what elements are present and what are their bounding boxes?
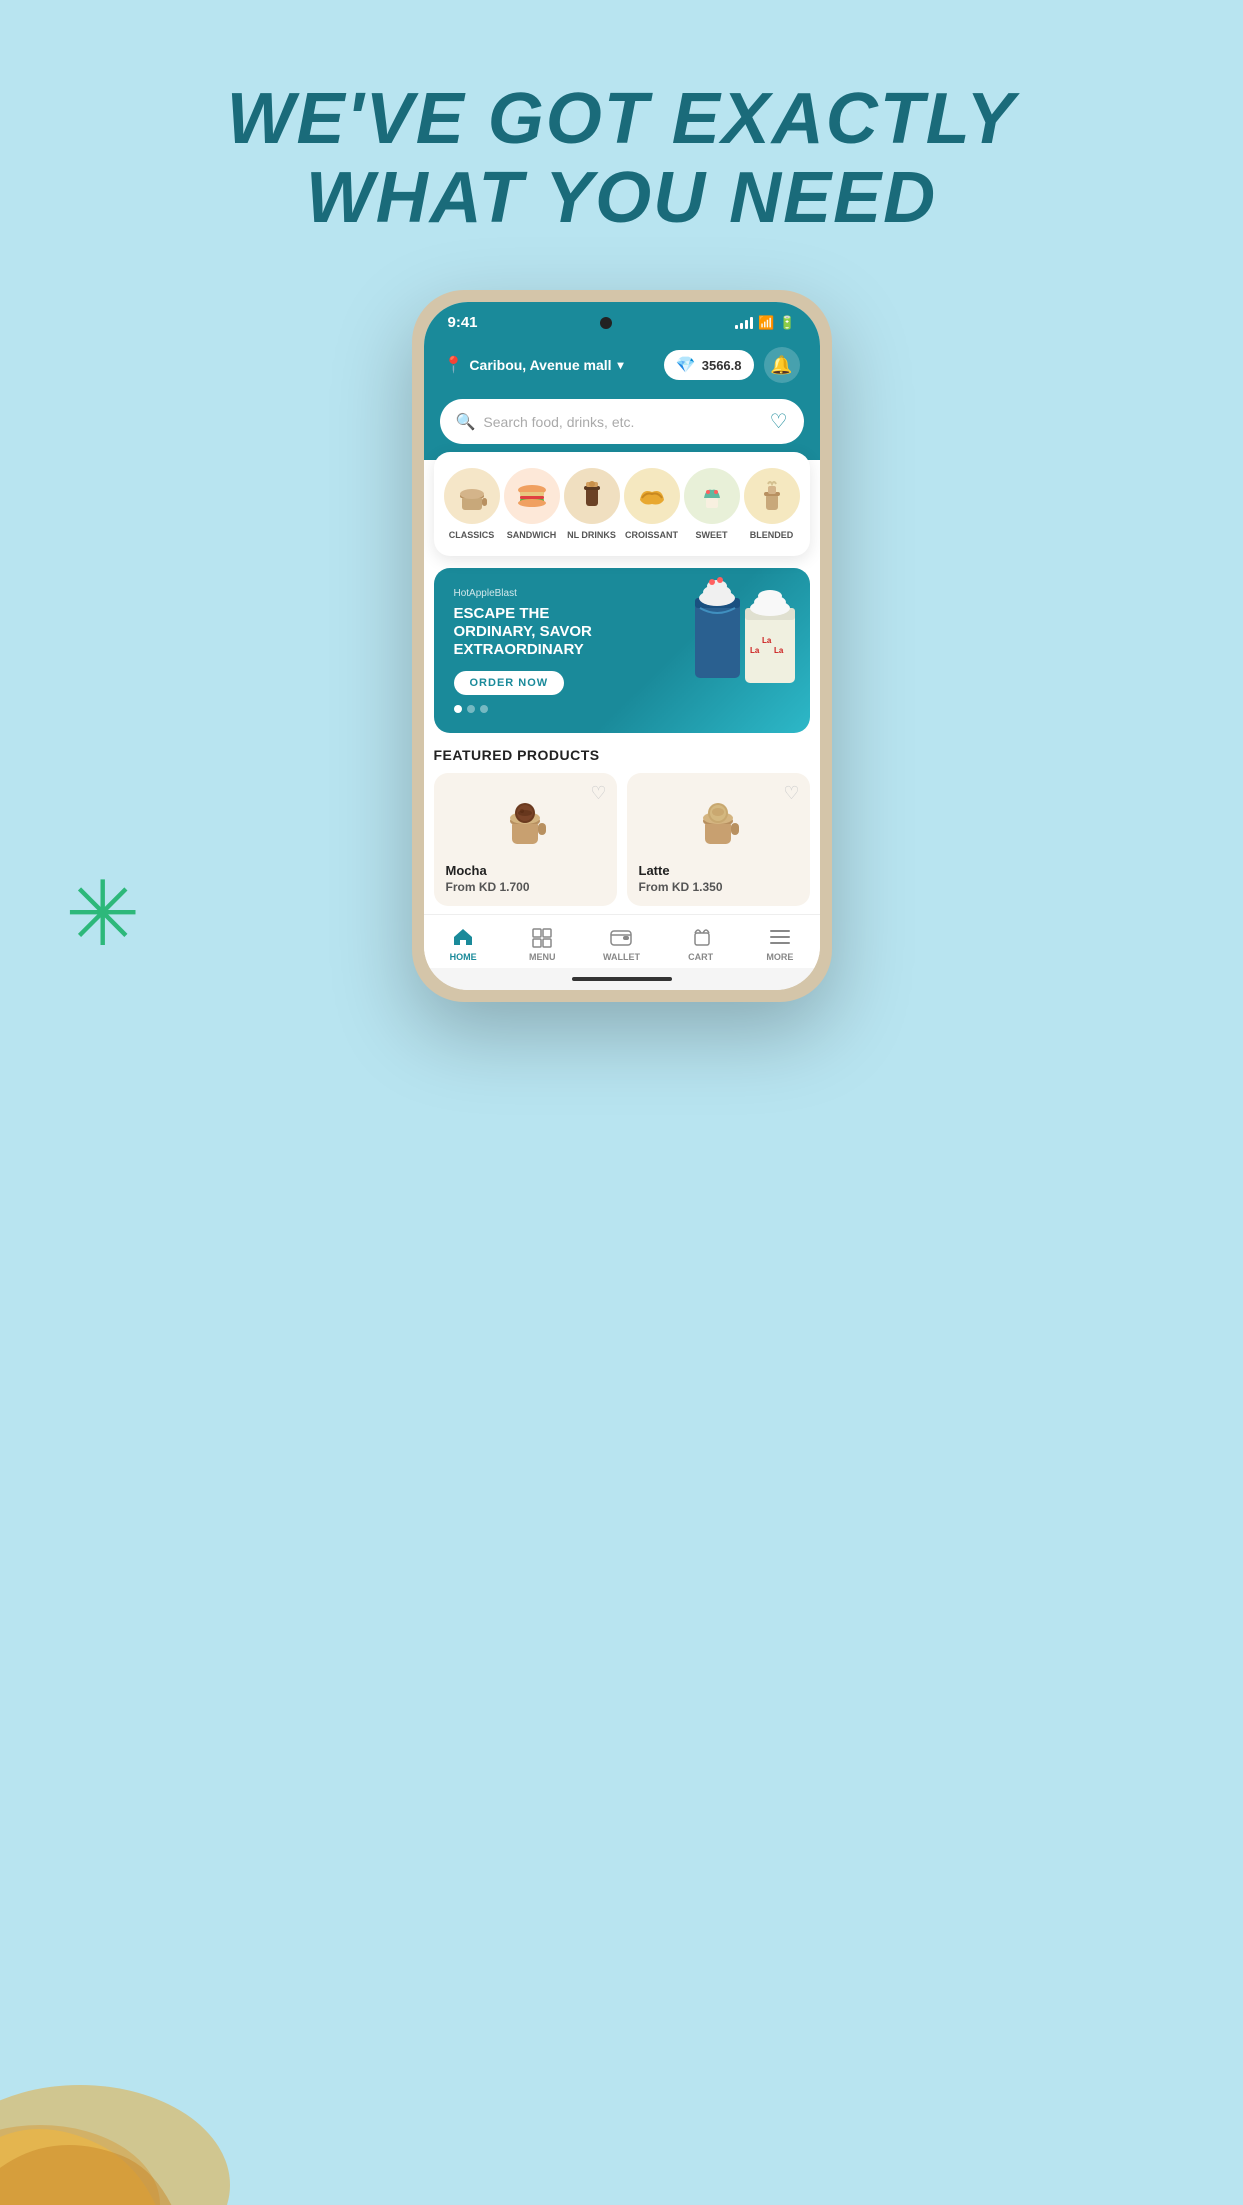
svg-text:La: La xyxy=(762,636,772,645)
croissant-cat-icon xyxy=(624,468,680,524)
sandwich-label: SANDWICH xyxy=(507,530,557,540)
bottom-decoration xyxy=(0,1955,280,2205)
nav-cart[interactable]: CART xyxy=(676,925,726,962)
categories-card: CLASSICS SANDWICH NL DRINKS xyxy=(434,452,810,556)
products-grid: ♡ Mocha From KD 1.700 xyxy=(434,773,810,906)
sandwich-icon xyxy=(504,468,560,524)
category-nl-drinks[interactable]: NL DRINKS xyxy=(564,468,620,540)
drinks-svg: La La La xyxy=(690,568,810,698)
blended-label: BLENDED xyxy=(750,530,794,540)
dot-1[interactable] xyxy=(454,705,462,713)
category-sandwich[interactable]: SANDWICH xyxy=(504,468,560,540)
home-indicator xyxy=(424,968,820,990)
points-value: 3566.8 xyxy=(702,358,742,373)
croissant-label: CROISSANT xyxy=(625,530,678,540)
search-placeholder: Search food, drinks, etc. xyxy=(483,414,761,430)
mocha-name: Mocha xyxy=(446,863,605,878)
dot-2[interactable] xyxy=(467,705,475,713)
search-bar[interactable]: 🔍 Search food, drinks, etc. ♡ xyxy=(440,399,804,444)
promo-banner: HotAppleBlast ESCAPE THE ORDINARY, SAVOR… xyxy=(434,568,810,733)
svg-text:La: La xyxy=(750,646,760,655)
banner-pagination-dots xyxy=(454,705,790,713)
nav-wallet[interactable]: WALLET xyxy=(596,925,646,962)
classics-label: CLASSICS xyxy=(449,530,495,540)
banner-title: ESCAPE THE ORDINARY, SAVOR EXTRAORDINARY xyxy=(454,605,639,659)
nl-drinks-label: NL DRINKS xyxy=(567,530,616,540)
indicator-bar xyxy=(572,977,672,981)
mocha-favorite-button[interactable]: ♡ xyxy=(590,783,606,804)
wifi-icon: 📶 xyxy=(758,315,774,331)
header-right: 💎 3566.8 🔔 xyxy=(664,347,800,383)
sweet-label: SWEET xyxy=(695,530,727,540)
croissant-svg xyxy=(0,1985,260,2205)
wallet-icon xyxy=(609,925,633,949)
search-icon: 🔍 xyxy=(456,412,476,432)
phone-frame: 9:41 📶 🔋 📍 Caribou, Avenu xyxy=(412,290,832,1002)
mocha-price: From KD 1.700 xyxy=(446,880,605,894)
status-icons: 📶 🔋 xyxy=(735,315,795,331)
phone-screen: 9:41 📶 🔋 📍 Caribou, Avenu xyxy=(424,302,820,990)
category-blended[interactable]: BLENDED xyxy=(744,468,800,540)
home-icon xyxy=(451,925,475,949)
menu-icon xyxy=(530,925,554,949)
sweet-icon xyxy=(684,468,740,524)
diamond-icon: 💎 xyxy=(676,355,696,375)
order-now-button[interactable]: ORDER NOW xyxy=(454,671,565,695)
favorites-button[interactable]: ♡ xyxy=(770,409,788,434)
product-card-mocha[interactable]: ♡ Mocha From KD 1.700 xyxy=(434,773,617,906)
category-croissant[interactable]: CROISSANT xyxy=(624,468,680,540)
nl-drinks-icon xyxy=(564,468,620,524)
latte-image xyxy=(683,785,753,855)
dot-3[interactable] xyxy=(480,705,488,713)
app-header: 📍 Caribou, Avenue mall ▾ 💎 3566.8 🔔 xyxy=(424,339,820,399)
camera-notch xyxy=(600,317,612,329)
notification-button[interactable]: 🔔 xyxy=(764,347,800,383)
home-nav-label: HOME xyxy=(450,952,477,962)
latte-price: From KD 1.350 xyxy=(639,880,798,894)
battery-icon: 🔋 xyxy=(779,315,795,331)
cart-icon xyxy=(689,925,713,949)
product-card-latte[interactable]: ♡ Latte From KD 1.350 xyxy=(627,773,810,906)
latte-favorite-button[interactable]: ♡ xyxy=(783,783,799,804)
latte-name: Latte xyxy=(639,863,798,878)
mocha-image xyxy=(490,785,560,855)
more-icon xyxy=(768,925,792,949)
points-badge: 💎 3566.8 xyxy=(664,350,754,380)
bottom-navigation: HOME MENU xyxy=(424,914,820,968)
location-pin-icon: 📍 xyxy=(444,355,464,375)
featured-section-title: FEATURED PRODUCTS xyxy=(434,747,810,763)
search-area: 🔍 Search food, drinks, etc. ♡ xyxy=(424,399,820,460)
signal-icon xyxy=(735,317,753,329)
banner-subtitle: HotAppleBlast xyxy=(454,588,639,599)
wallet-nav-label: WALLET xyxy=(603,952,640,962)
svg-text:La: La xyxy=(774,646,784,655)
hero-title: WE'VE GOT EXACTLY WHAT YOU NEED xyxy=(0,0,1243,238)
category-sweet[interactable]: SWEET xyxy=(684,468,740,540)
asterisk-decoration: ✳ xyxy=(65,870,140,960)
status-time: 9:41 xyxy=(448,314,478,331)
cart-nav-label: CART xyxy=(688,952,713,962)
phone-mockup: 9:41 📶 🔋 📍 Caribou, Avenu xyxy=(412,290,832,1002)
nav-home[interactable]: HOME xyxy=(438,925,488,962)
nav-menu[interactable]: MENU xyxy=(517,925,567,962)
category-classics[interactable]: CLASSICS xyxy=(444,468,500,540)
nav-more[interactable]: MORE xyxy=(755,925,805,962)
more-nav-label: MORE xyxy=(766,952,793,962)
featured-products-section: FEATURED PRODUCTS ♡ xyxy=(424,733,820,914)
banner-drinks-illustration: La La La xyxy=(690,568,810,698)
location-text: Caribou, Avenue mall xyxy=(469,357,611,373)
blended-icon xyxy=(744,468,800,524)
classics-icon xyxy=(444,468,500,524)
chevron-down-icon: ▾ xyxy=(618,358,624,372)
menu-nav-label: MENU xyxy=(529,952,556,962)
status-bar: 9:41 📶 🔋 xyxy=(424,302,820,339)
location-row[interactable]: 📍 Caribou, Avenue mall ▾ xyxy=(444,355,624,375)
